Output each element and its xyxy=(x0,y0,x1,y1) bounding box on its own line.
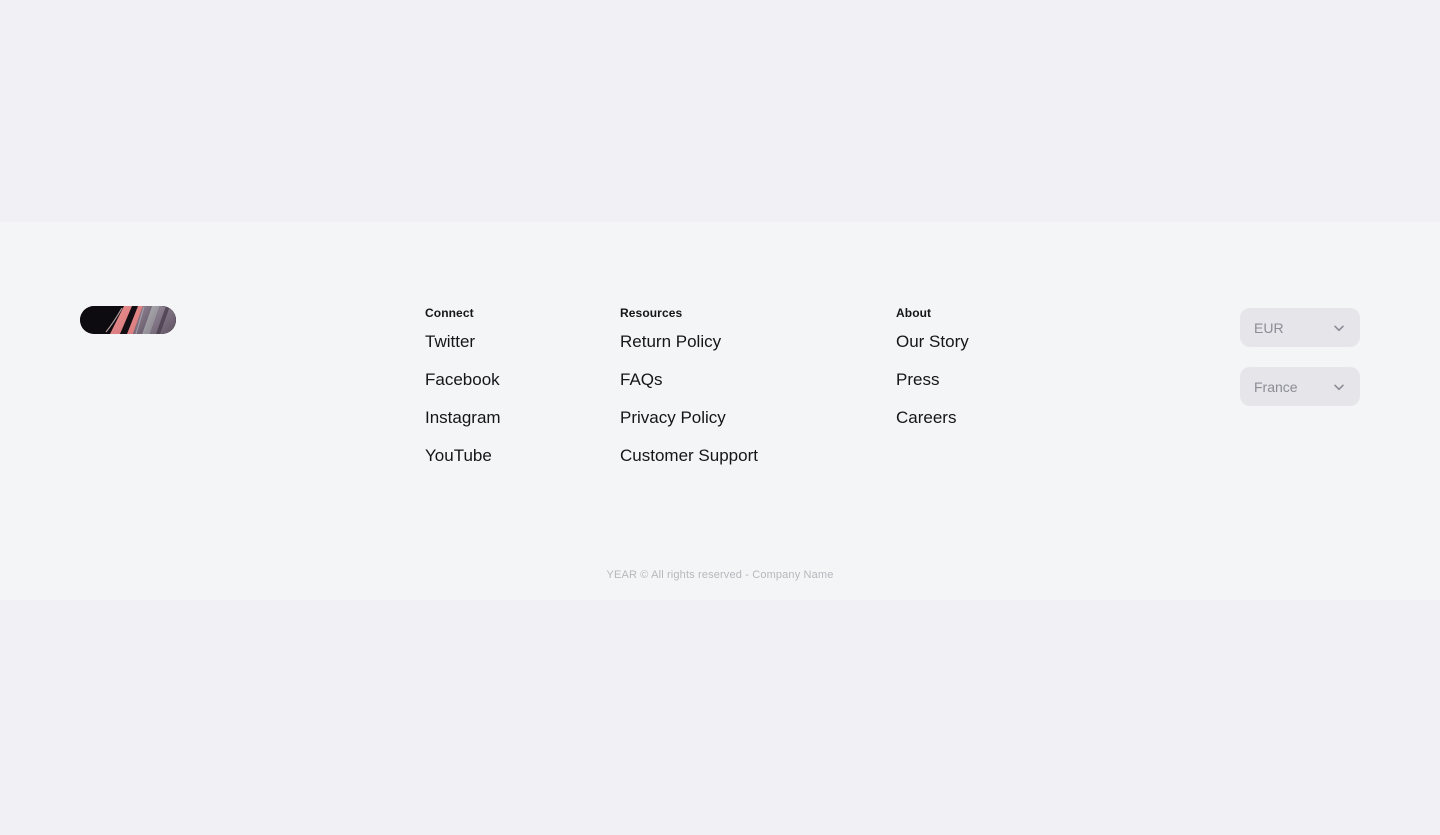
chevron-down-icon xyxy=(1332,321,1346,335)
footer-column-connect: Connect Twitter Facebook Instagram YouTu… xyxy=(425,306,501,466)
footer-link-press[interactable]: Press xyxy=(896,370,969,390)
page-root: Connect Twitter Facebook Instagram YouTu… xyxy=(0,0,1440,835)
footer-link-careers[interactable]: Careers xyxy=(896,408,969,428)
footer-copyright: YEAR © All rights reserved - Company Nam… xyxy=(606,569,834,581)
footer-content: Connect Twitter Facebook Instagram YouTu… xyxy=(0,222,1440,600)
footer-column-heading-connect: Connect xyxy=(425,306,474,320)
page-top-spacer xyxy=(0,0,1440,222)
chevron-down-icon xyxy=(1332,380,1346,394)
currency-select-value: EUR xyxy=(1254,319,1284,336)
footer-column-about: About Our Story Press Careers xyxy=(896,306,969,428)
footer-column-heading-resources: Resources xyxy=(620,306,683,320)
footer-column-heading-about: About xyxy=(896,306,932,320)
footer-column-resources: Resources Return Policy FAQs Privacy Pol… xyxy=(620,306,758,466)
country-select-value: France xyxy=(1254,378,1298,395)
footer-link-privacy-policy[interactable]: Privacy Policy xyxy=(620,408,758,428)
currency-select[interactable]: EUR xyxy=(1240,308,1360,347)
logo-image xyxy=(80,306,176,334)
footer-link-faqs[interactable]: FAQs xyxy=(620,370,758,390)
footer-link-facebook[interactable]: Facebook xyxy=(425,370,501,390)
country-select[interactable]: France xyxy=(1240,367,1360,406)
footer-link-twitter[interactable]: Twitter xyxy=(425,332,501,352)
footer-preferences: EUR France xyxy=(1240,308,1360,406)
footer-link-youtube[interactable]: YouTube xyxy=(425,446,501,466)
footer-link-our-story[interactable]: Our Story xyxy=(896,332,969,352)
footer-link-instagram[interactable]: Instagram xyxy=(425,408,501,428)
footer-link-return-policy[interactable]: Return Policy xyxy=(620,332,758,352)
company-logo[interactable] xyxy=(80,306,176,334)
site-footer: Connect Twitter Facebook Instagram YouTu… xyxy=(0,222,1440,600)
footer-link-customer-support[interactable]: Customer Support xyxy=(620,446,758,466)
page-bottom-spacer xyxy=(0,600,1440,835)
